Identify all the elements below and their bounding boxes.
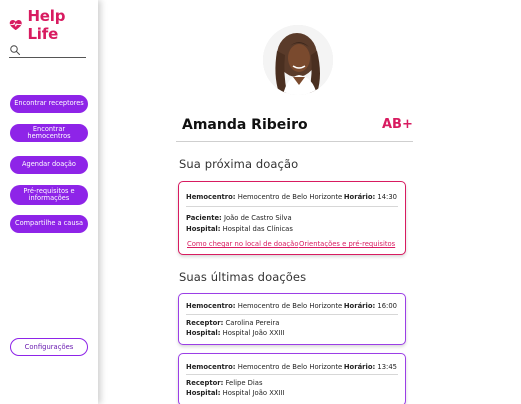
past-donation-card: Hemocentro: Hemocentro de Belo Horizonte… — [178, 353, 406, 404]
hospital-label: Hospital: — [186, 225, 221, 233]
card-row-receptor: Receptor: Carolina Pereira — [186, 319, 398, 327]
card-row-hospital: Hospital: Hospital João XXIII — [186, 329, 398, 337]
card-divider — [186, 206, 398, 207]
hemocentro-value: Hemocentro de Belo Horizonte — [237, 193, 343, 201]
search-input[interactable] — [25, 42, 85, 57]
receptor-value: Carolina Pereira — [225, 319, 280, 327]
card-divider — [186, 374, 398, 375]
profile-name: Amanda Ribeiro — [182, 117, 308, 133]
horario-row: Horário: 16:00 — [344, 302, 397, 310]
sidebar: Help Life Encontrar receptores Encontrar… — [0, 0, 98, 404]
hospital-value: Hospital João XXIII — [222, 389, 285, 397]
receptor-value: Felipe Dias — [225, 379, 263, 387]
profile-divider — [176, 141, 413, 142]
card-row-hospital: Hospital: Hospital das Clínicas — [186, 225, 398, 233]
hemocentro-label: Hemocentro: — [186, 363, 236, 371]
blood-type-badge: AB+ — [382, 117, 413, 132]
hospital-label: Hospital: — [186, 329, 221, 337]
horario-label: Horário: — [343, 363, 376, 371]
guidelines-link[interactable]: Orientações e pré-requisitos — [299, 240, 395, 248]
hemocentro-value: Hemocentro de Belo Horizonte — [237, 302, 343, 310]
brand-name: Help Life — [27, 7, 66, 43]
hemocentro-value: Hemocentro de Belo Horizonte — [237, 363, 343, 371]
card-row-paciente: Paciente: João de Castro Silva — [186, 214, 398, 222]
search-icon[interactable] — [9, 44, 21, 56]
receptor-label: Receptor: — [186, 379, 224, 387]
receptor-label: Receptor: — [186, 319, 224, 327]
directions-link[interactable]: Como chegar no local de doação — [187, 240, 299, 248]
past-donations-title: Suas últimas doações — [179, 270, 307, 284]
share-cause-button[interactable]: Compartilhe a causa — [10, 215, 88, 233]
horario-label: Horário: — [343, 193, 376, 201]
find-blood-centers-button[interactable]: Encontrar hemocentros — [10, 124, 88, 142]
requirements-info-button[interactable]: Pré-requisitos e informações — [10, 185, 88, 205]
horario-value: 16:00 — [377, 302, 397, 310]
card-row-hospital: Hospital: Hospital João XXIII — [186, 389, 398, 397]
search-bar — [9, 42, 86, 58]
profile-avatar — [263, 25, 333, 95]
paciente-label: Paciente: — [186, 214, 222, 222]
card-divider — [186, 314, 398, 315]
horario-value: 13:45 — [377, 363, 397, 371]
horario-row: Horário: 14:30 — [344, 193, 397, 201]
heart-logo-icon — [9, 19, 22, 31]
horario-value: 14:30 — [377, 193, 397, 201]
find-receivers-button[interactable]: Encontrar receptores — [10, 95, 88, 113]
hospital-label: Hospital: — [186, 389, 221, 397]
avatar-photo — [263, 25, 333, 95]
hospital-value: Hospital das Clínicas — [222, 225, 293, 233]
next-donation-card: Hemocentro: Hemocentro de Belo Horizonte… — [178, 181, 406, 255]
horario-row: Horário: 13:45 — [344, 363, 397, 371]
hemocentro-label: Hemocentro: — [186, 302, 236, 310]
next-donation-title: Sua próxima doação — [179, 157, 299, 171]
brand[interactable]: Help Life — [9, 7, 98, 43]
hemocentro-label: Hemocentro: — [186, 193, 236, 201]
card-row-receptor: Receptor: Felipe Dias — [186, 379, 398, 387]
main-content: Amanda Ribeiro AB+ Sua próxima doação He… — [98, 0, 521, 404]
horario-label: Horário: — [343, 302, 376, 310]
paciente-value: João de Castro Silva — [223, 214, 292, 222]
past-donation-card: Hemocentro: Hemocentro de Belo Horizonte… — [178, 293, 406, 345]
settings-button[interactable]: Configurações — [10, 338, 88, 356]
schedule-donation-button[interactable]: Agendar doação — [10, 156, 88, 174]
hospital-value: Hospital João XXIII — [222, 329, 285, 337]
